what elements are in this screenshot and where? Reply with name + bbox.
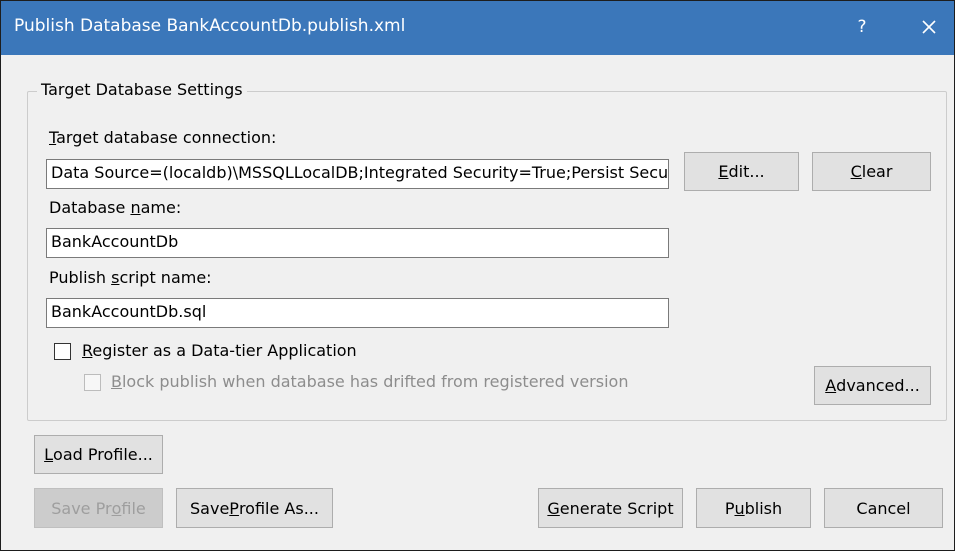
save-profile-button[interactable]: Save Pr o file <box>34 488 163 528</box>
title-bar: Publish Database BankAccountDb.publish.x… <box>1 1 954 55</box>
register-checkbox-label[interactable]: Register as a Data-tier Application <box>82 341 357 360</box>
cancel-button[interactable]: Cancel <box>824 488 943 528</box>
register-checkbox[interactable] <box>54 343 71 360</box>
edit-button[interactable]: Edit... <box>684 152 799 191</box>
window-title: Publish Database BankAccountDb.publish.x… <box>14 16 406 36</box>
help-button[interactable]: ? <box>849 13 875 41</box>
publish-button[interactable]: Pu blish <box>696 488 811 528</box>
publish-database-dialog: Publish Database BankAccountDb.publish.x… <box>0 0 955 551</box>
clear-button[interactable]: Clear <box>812 152 931 191</box>
connection-string-field[interactable]: Data Source=(localdb)\MSSQLLocalDB;Integ… <box>46 159 669 189</box>
load-profile-button[interactable]: Load Profile... <box>34 435 163 474</box>
close-icon <box>922 20 936 34</box>
block-publish-checkbox-label: Block publish when database has drifted … <box>111 372 629 391</box>
connection-label: Target database connection: <box>49 128 277 147</box>
database-name-field[interactable]: BankAccountDb <box>46 228 669 258</box>
generate-script-button[interactable]: Generate Script <box>538 488 683 528</box>
advanced-button[interactable]: Advanced... <box>814 366 931 405</box>
close-button[interactable] <box>915 13 943 41</box>
publish-script-name-label: Publish script name: <box>49 268 212 287</box>
publish-script-name-field[interactable]: BankAccountDb.sql <box>46 298 669 328</box>
group-title: Target Database Settings <box>37 80 247 99</box>
save-profile-as-button[interactable]: Save Profile As... <box>176 488 333 528</box>
database-name-label: Database name: <box>49 198 182 217</box>
block-publish-checkbox[interactable] <box>84 374 101 391</box>
